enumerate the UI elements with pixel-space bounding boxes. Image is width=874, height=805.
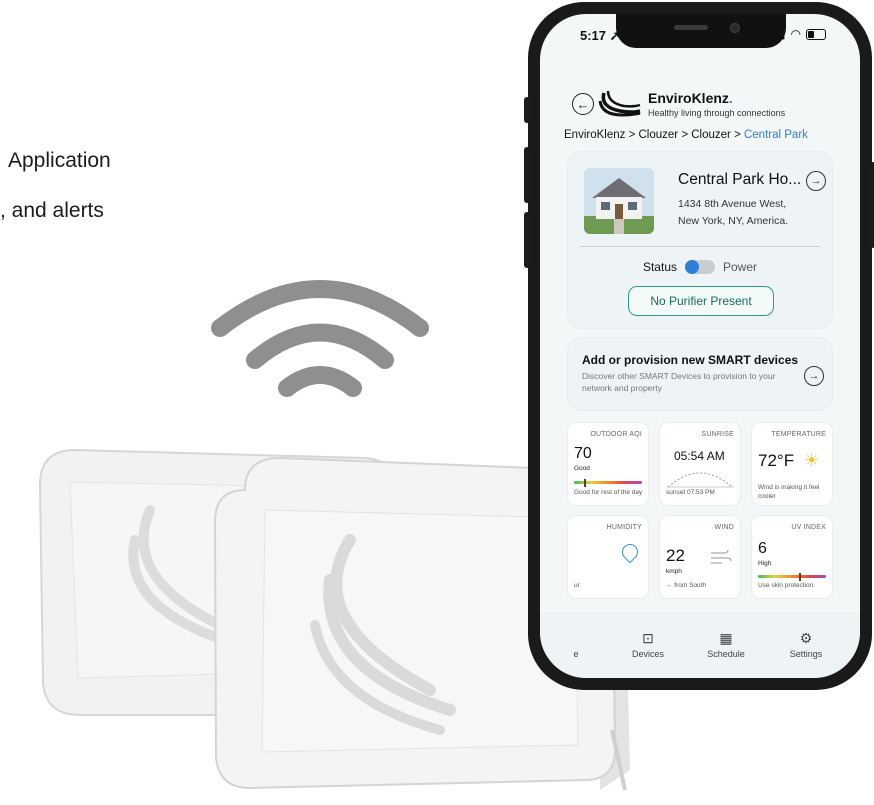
smartphone: 5:17 ➚ ▮▮ ◠ ← EnviroKlenz. Healthy livin…: [524, 2, 874, 690]
sun-icon: ☀: [804, 451, 820, 470]
arrow-left-icon: ←: [576, 96, 590, 112]
divider: [580, 246, 820, 247]
add-devices-arrow-button[interactable]: →: [804, 366, 824, 386]
back-button[interactable]: ←: [572, 93, 594, 115]
volume-down-button: [524, 212, 530, 268]
add-devices-title: Add or provision new SMART devices: [582, 353, 799, 367]
power-toggle[interactable]: [685, 260, 715, 274]
tab-settings[interactable]: ⚙ Settings: [776, 630, 836, 659]
tile-temperature[interactable]: TEMPERATURE 72°F ☀ Wind is making it fee…: [752, 423, 832, 505]
volume-up-button: [524, 147, 530, 203]
tile-label: WIND: [714, 524, 734, 531]
marketing-line-1: Application: [8, 149, 111, 172]
tab-label: Schedule: [707, 649, 745, 659]
home-name: Central Park Ho...: [678, 171, 802, 188]
gear-icon: ⚙: [799, 630, 813, 646]
power-button: [870, 162, 874, 248]
aqi-scale-marker: [583, 479, 586, 487]
calendar-icon: ▦: [719, 630, 733, 646]
breadcrumb: EnviroKlenz > Clouzer > Clouzer > Centra…: [564, 129, 808, 141]
wind-direction: ← from South: [666, 582, 707, 589]
enviroklenz-logo: [598, 90, 641, 117]
add-devices-description: Discover other SMART Devices to provisio…: [582, 371, 776, 394]
home-card: Central Park Ho... → 1434 8th Avenue Wes…: [568, 152, 832, 328]
uv-scale-marker: [798, 573, 801, 581]
address-line-2: New York, NY, America.: [678, 215, 789, 227]
house-thumbnail: [584, 168, 654, 234]
arrow-right-icon: →: [808, 370, 820, 382]
uv-scale-bar: [758, 575, 826, 578]
uv-value: 6: [758, 540, 767, 557]
brand-tagline: Healthy living through connections: [648, 108, 786, 118]
breadcrumb-item[interactable]: Clouzer: [638, 129, 678, 141]
uv-note: Use skin protection: [758, 582, 814, 589]
status-time: 5:17 ➚: [580, 28, 621, 43]
breadcrumb-item[interactable]: EnviroKlenz: [564, 129, 625, 141]
status-icons: ▮▮ ◠: [772, 27, 826, 41]
tab-label: Settings: [789, 649, 823, 659]
sunrise-time: 05:54 AM: [674, 449, 725, 463]
aqi-rating: Good: [574, 465, 590, 472]
tile-humidity[interactable]: HUMIDITY ur: [568, 516, 648, 598]
tab-label: Devices: [631, 649, 664, 659]
uv-rating: High: [758, 560, 772, 567]
wifi-signal-icon: [211, 280, 429, 397]
wind-unit: kmph: [666, 568, 682, 575]
app-screen: 5:17 ➚ ▮▮ ◠ ← EnviroKlenz. Healthy livin…: [540, 14, 860, 678]
sunset-time: sunset 07:53 PM: [666, 489, 715, 496]
signal-icon: ▮▮: [772, 27, 786, 41]
tile-sunrise[interactable]: SUNRISE 05:54 AM sunset 07:53 PM: [660, 423, 740, 505]
tile-wind[interactable]: WIND 22 kmph ← from South: [660, 516, 740, 598]
bottom-tab-bar: e ⊡ Devices ▦ Schedule ⚙ Settings: [540, 612, 860, 678]
tile-label: UV INDEX: [791, 524, 826, 531]
address-line-1: 1434 8th Avenue West,: [678, 198, 787, 210]
tab-label: e: [573, 649, 579, 659]
tab-schedule[interactable]: ▦ Schedule: [696, 630, 756, 659]
add-devices-card[interactable]: Add or provision new SMART devices Disco…: [568, 338, 832, 410]
wind-icon: [711, 549, 732, 564]
status-label: Status: [642, 260, 677, 274]
temperature-value: 72°F: [758, 451, 795, 470]
brand-name: EnviroKlenz.: [648, 90, 733, 106]
tile-label: OUTDOOR AQI: [590, 431, 642, 438]
arrow-right-icon: →: [810, 175, 822, 187]
no-purifier-button[interactable]: No Purifier Present: [628, 286, 774, 316]
marketing-line-2: , and alerts: [0, 199, 104, 222]
humidity-note: ur: [574, 582, 580, 589]
breadcrumb-current: Central Park: [743, 129, 808, 141]
tile-uv-index[interactable]: UV INDEX 6 High Use skin protection: [752, 516, 832, 598]
power-label: Power: [723, 260, 758, 274]
temperature-note-2: cooler: [758, 493, 776, 500]
tab-home[interactable]: e: [546, 630, 606, 659]
toggle-knob: [685, 260, 699, 274]
tile-label: HUMIDITY: [606, 524, 642, 531]
tile-outdoor-aqi[interactable]: OUTDOOR AQI 70 Good Good for rest of the…: [568, 423, 648, 505]
aqi-value: 70: [574, 445, 592, 462]
tab-devices[interactable]: ⊡ Devices: [618, 630, 678, 659]
mute-switch: [524, 97, 530, 123]
breadcrumb-item[interactable]: Clouzer: [691, 129, 731, 141]
tile-label: SUNRISE: [701, 431, 734, 438]
battery-icon: [806, 28, 826, 40]
tile-label: TEMPERATURE: [771, 431, 826, 438]
humidity-drop-icon: [618, 540, 642, 564]
aqi-note: Good for rest of the day: [574, 489, 643, 496]
devices-icon: ⊡: [642, 630, 654, 646]
sun-arc-icon: [666, 472, 734, 488]
home-details-button[interactable]: →: [806, 171, 826, 191]
wifi-icon: ◠: [790, 27, 801, 41]
temperature-note-1: Wind is making it feel: [758, 484, 820, 491]
notch: [616, 14, 786, 48]
status-row: Status Power: [568, 260, 832, 274]
wind-speed: 22: [666, 546, 685, 565]
home-icon: [546, 630, 606, 646]
